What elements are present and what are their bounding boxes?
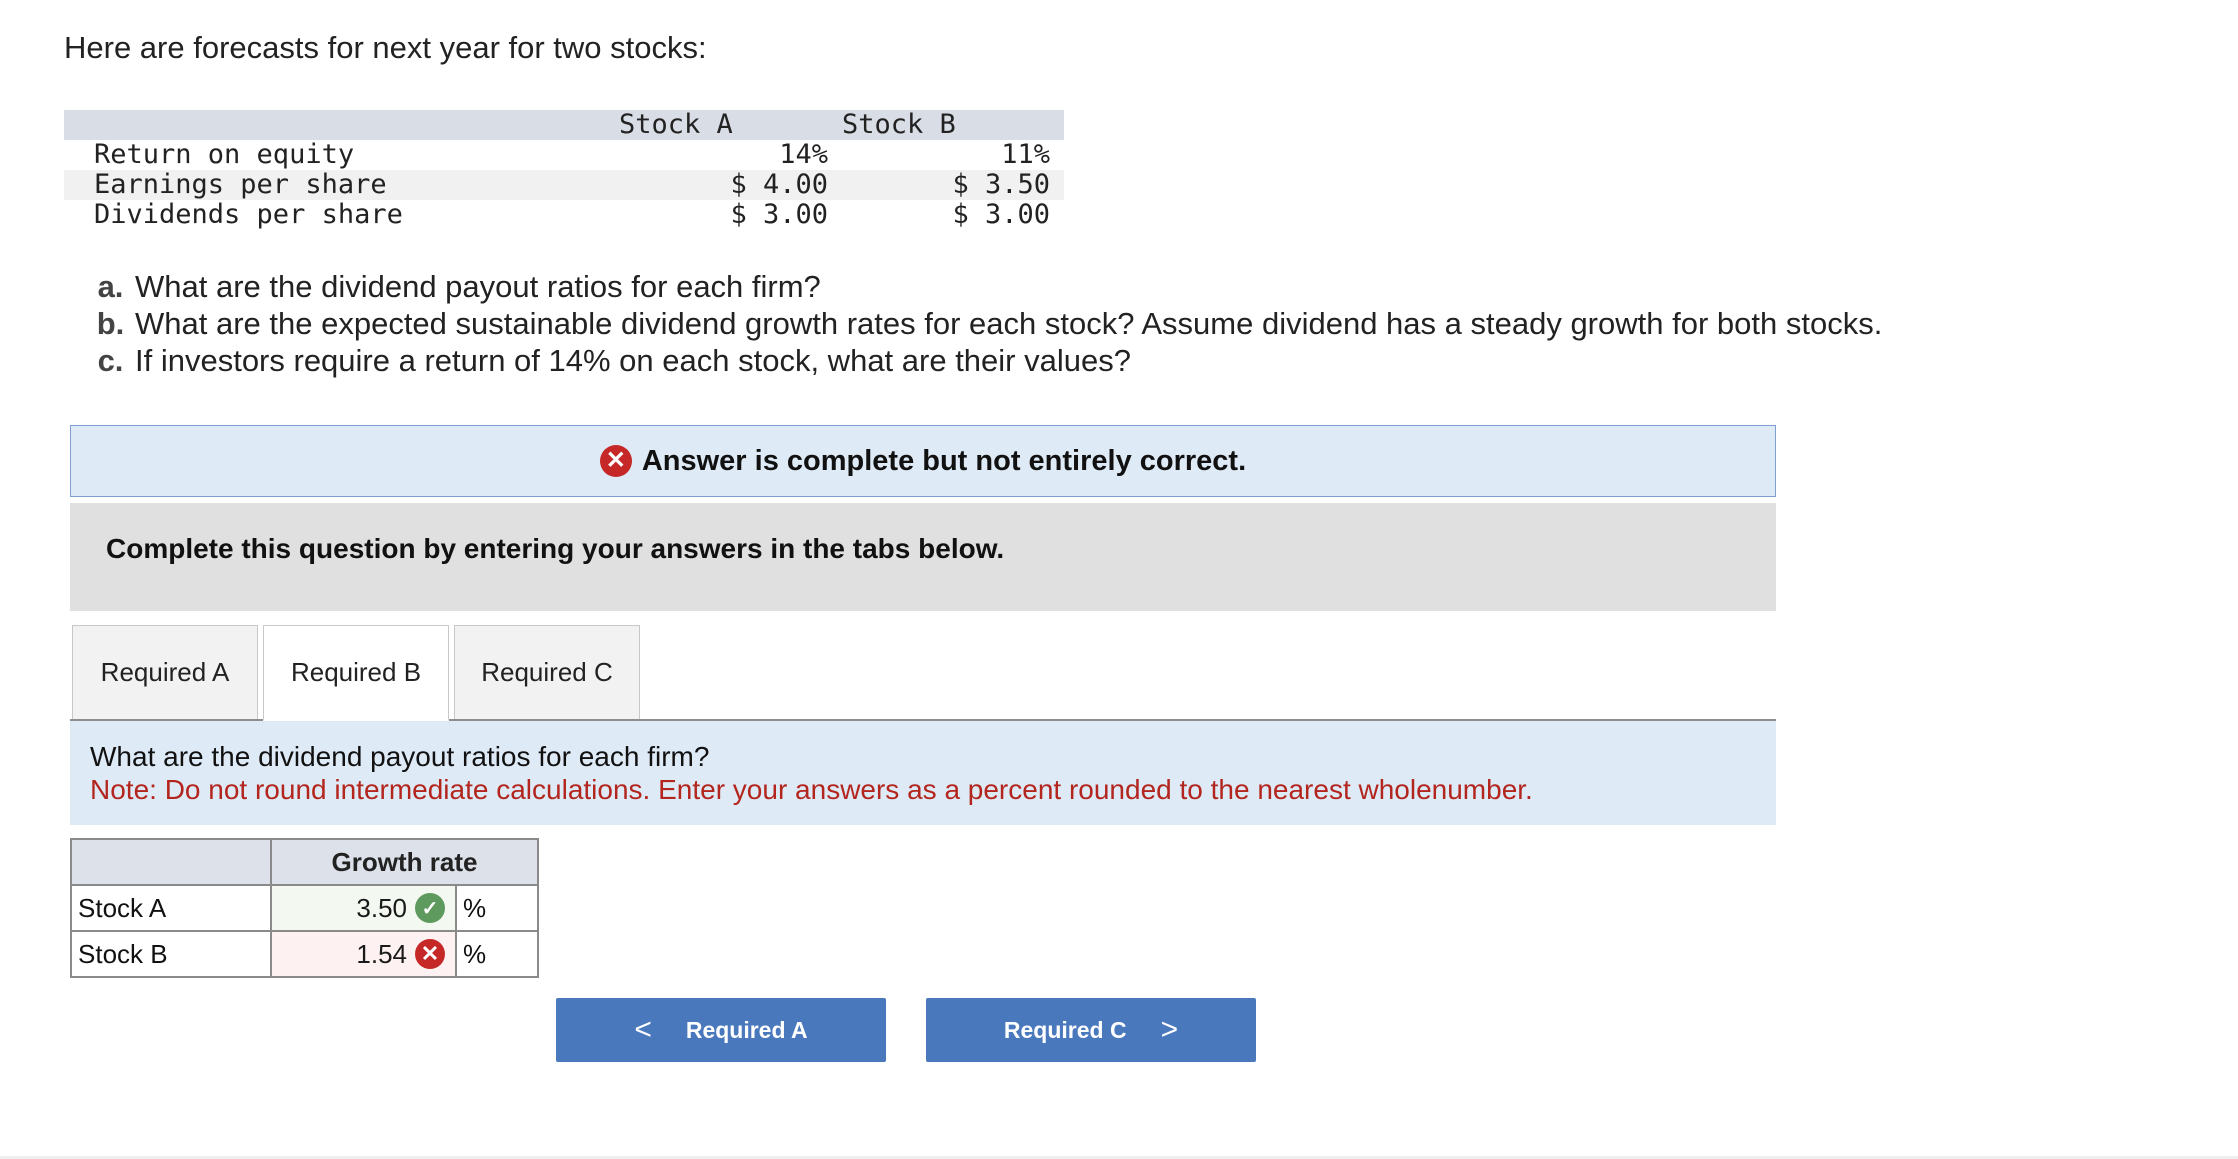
forecast-row-label: Dividends per share [94,199,403,230]
instruction-panel: Complete this question by entering your … [70,503,1776,611]
tab-question-panel: What are the dividend payout ratios for … [70,721,1776,825]
forecast-value-a: $ 3.00 [730,199,828,230]
question-list: a. What are the dividend payout ratios f… [97,268,1883,379]
instruction-text: Complete this question by entering your … [106,533,1005,564]
next-required-c-button[interactable]: Required C > [926,998,1256,1062]
forecast-value-b: 11% [1001,139,1050,170]
tab-required-c[interactable]: Required C [454,625,640,720]
check-circle-icon: ✓ [415,893,445,923]
answer-table-header-row: Growth rate [70,838,539,886]
question-letter: b. [96,306,125,341]
question-text: If investors require a return of 14% on … [135,343,1131,378]
forecast-value-a: $ 4.00 [730,169,828,200]
prev-required-a-button[interactable]: < Required A [556,998,886,1062]
answer-unit: % [455,930,539,978]
forecast-row: Earnings per share $ 4.00 $ 3.50 [64,170,1064,200]
forecast-value-b: $ 3.00 [952,199,1050,230]
prev-button-label: Required A [685,1016,808,1043]
chevron-right-icon: > [1160,1013,1179,1046]
x-circle-icon: ✕ [415,939,445,969]
intro-text: Here are forecasts for next year for two… [64,30,707,65]
forecast-row-label: Earnings per share [94,169,387,200]
forecast-row: Dividends per share $ 3.00 $ 3.00 [64,200,1064,230]
answer-unit: % [455,884,539,932]
question-item: b. What are the expected sustainable div… [97,305,1883,342]
answer-input-stock-b[interactable]: 1.54 ✕ [270,930,457,978]
forecast-header-stock-b: Stock B [842,109,956,140]
question-item: a. What are the dividend payout ratios f… [98,268,1882,305]
answer-row-label: Stock B [70,930,272,978]
tab-question-text: What are the dividend payout ratios for … [90,741,710,772]
question-item: c. If investors require a return of 14% … [98,342,1882,379]
answer-status-banner: ✕ Answer is complete but not entirely co… [70,425,1776,497]
question-text: What are the expected sustainable divide… [135,306,1883,341]
forecast-table: Stock A Stock B Return on equity 14% 11%… [64,110,1064,230]
forecast-row: Return on equity 14% 11% [64,140,1064,170]
answer-value: 1.54 [356,938,407,969]
answer-status-text: Answer is complete but not entirely corr… [641,444,1247,477]
answer-input-stock-a[interactable]: 3.50 ✓ [270,884,457,932]
question-letter: c. [97,343,124,378]
tab-required-a[interactable]: Required A [72,625,258,720]
x-circle-icon: ✕ [599,445,632,477]
question-text: What are the dividend payout ratios for … [135,269,821,304]
answer-table-header: Growth rate [270,838,539,886]
forecast-header-row: Stock A Stock B [64,110,1064,140]
answer-table-corner [70,838,272,886]
forecast-header-stock-a: Stock A [619,109,733,140]
answer-table: Growth rate Stock A 3.50 ✓ % Stock B 1.54… [70,838,539,978]
forecast-row-label: Return on equity [94,139,355,170]
answer-value: 3.50 [356,892,407,923]
tab-bar: Required A Required B Required C [72,625,645,721]
answer-row-label: Stock A [70,884,272,932]
forecast-value-b: $ 3.50 [952,169,1050,200]
tab-required-b[interactable]: Required B [263,625,449,721]
next-button-label: Required C [1003,1016,1127,1043]
question-letter: a. [97,269,124,304]
tab-question-note: Note: Do not round intermediate calculat… [90,774,1533,805]
table-row: Stock B 1.54 ✕ % [70,930,539,978]
chevron-left-icon: < [634,1013,652,1046]
forecast-value-a: 14% [779,139,828,170]
table-row: Stock A 3.50 ✓ % [70,884,539,932]
